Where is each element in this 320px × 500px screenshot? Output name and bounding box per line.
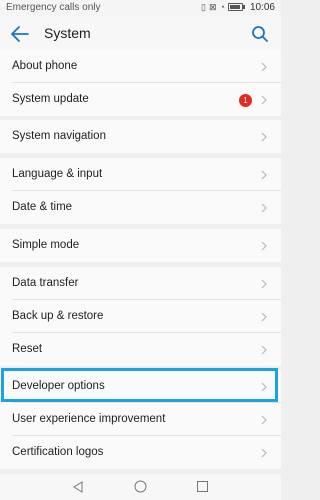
settings-item-label: Back up & restore — [12, 310, 104, 322]
vibrate-icon: ▯ — [201, 2, 206, 12]
settings-item-label: Language & input — [12, 168, 103, 180]
wifi-icon: ◔ — [219, 2, 225, 12]
search-icon[interactable] — [251, 25, 269, 43]
status-icons: ▯ ⊠ ◔ 10:06 — [201, 1, 275, 13]
status-time: 10:06 — [249, 1, 275, 13]
settings-group-locale: Language & input Date & time — [0, 158, 281, 224]
settings-item-language-input[interactable]: Language & input — [0, 158, 281, 191]
chevron-right-icon — [261, 415, 267, 425]
highlight-box — [1, 368, 278, 402]
settings-item-label: Reset — [12, 343, 43, 355]
settings-group-backup: Data transfer Back up & restore Reset — [0, 267, 281, 366]
settings-group-simple: Simple mode — [0, 229, 281, 262]
app-bar: System — [0, 16, 281, 52]
settings-item-label: System navigation — [12, 130, 106, 142]
settings-item-label: Date & time — [12, 201, 73, 213]
settings-group-device: About phone System update 1 — [0, 50, 281, 116]
settings-item-label: Simple mode — [12, 239, 80, 251]
settings-item-reset[interactable]: Reset — [0, 333, 281, 366]
chevron-right-icon — [261, 132, 267, 142]
settings-group-navigation: System navigation — [0, 120, 281, 153]
nav-home-icon[interactable] — [134, 480, 147, 493]
settings-item-simple-mode[interactable]: Simple mode — [0, 229, 281, 262]
settings-item-label: Certification logos — [12, 446, 104, 458]
page-title: System — [44, 25, 91, 41]
settings-item-label: System update — [12, 93, 89, 105]
carrier-text: Emergency calls only — [6, 2, 101, 13]
chevron-right-icon — [261, 345, 267, 355]
settings-item-about-phone[interactable]: About phone — [0, 50, 281, 83]
chevron-right-icon — [261, 95, 267, 105]
chevron-right-icon — [261, 279, 267, 289]
chevron-right-icon — [261, 62, 267, 72]
settings-item-label: Data transfer — [12, 277, 79, 289]
settings-item-label: User experience improvement — [12, 413, 166, 425]
settings-item-label: About phone — [12, 60, 78, 72]
chevron-right-icon — [261, 170, 267, 180]
nav-recent-apps-icon[interactable] — [197, 481, 208, 492]
navigation-bar — [0, 474, 281, 500]
nav-back-icon[interactable] — [72, 481, 84, 493]
status-bar: Emergency calls only ▯ ⊠ ◔ 10:06 — [0, 0, 281, 16]
update-count-badge: 1 — [239, 94, 252, 107]
chevron-right-icon — [261, 241, 267, 251]
chevron-right-icon — [261, 448, 267, 458]
arrow-back-icon[interactable] — [10, 25, 30, 43]
chevron-right-icon — [261, 312, 267, 322]
settings-item-system-update[interactable]: System update 1 — [0, 83, 281, 116]
settings-item-system-navigation[interactable]: System navigation — [0, 120, 281, 153]
settings-item-certification-logos[interactable]: Certification logos — [0, 436, 281, 469]
no-sim-icon: ⊠ — [208, 2, 217, 12]
settings-item-data-transfer[interactable]: Data transfer — [0, 267, 281, 300]
chevron-right-icon — [261, 203, 267, 213]
battery-tip — [242, 5, 245, 9]
battery-icon — [227, 3, 243, 11]
settings-item-backup-restore[interactable]: Back up & restore — [0, 300, 281, 333]
settings-item-user-experience[interactable]: User experience improvement — [0, 403, 281, 436]
settings-item-date-time[interactable]: Date & time — [0, 191, 281, 224]
